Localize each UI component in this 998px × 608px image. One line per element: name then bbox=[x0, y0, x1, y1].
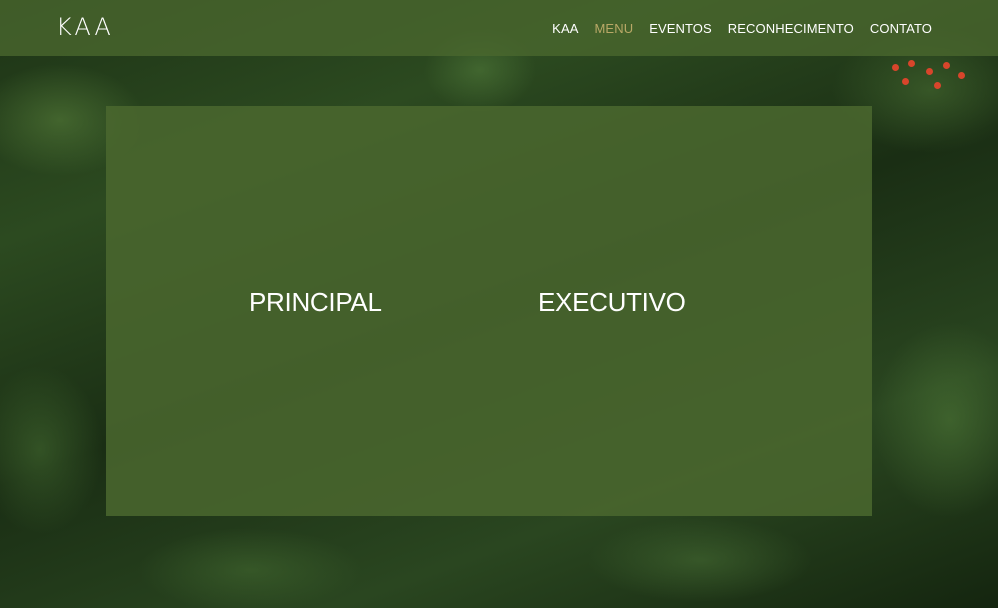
menu-option-executivo[interactable]: EXECUTIVO bbox=[538, 287, 686, 318]
nav-item-kaa[interactable]: KAA bbox=[552, 21, 578, 36]
main-nav: KAA MENU EVENTOS RECONHECIMENTO CONTATO bbox=[536, 0, 932, 56]
nav-item-menu[interactable]: MENU bbox=[595, 21, 634, 36]
nav-item-reconhecimento[interactable]: RECONHECIMENTO bbox=[728, 21, 854, 36]
page: KAA KAA MENU EVENTOS RECONHECIMENTO CONT… bbox=[0, 0, 998, 608]
logo-text: KAA bbox=[56, 13, 114, 41]
nav-item-eventos[interactable]: EVENTOS bbox=[649, 21, 712, 36]
kaa-logo[interactable]: KAA bbox=[56, 13, 114, 41]
menu-selection-panel: PRINCIPAL EXECUTIVO bbox=[106, 106, 872, 516]
red-flowers-decoration bbox=[888, 58, 978, 98]
menu-option-principal[interactable]: PRINCIPAL bbox=[249, 287, 382, 318]
top-navigation-bar: KAA KAA MENU EVENTOS RECONHECIMENTO CONT… bbox=[0, 0, 998, 56]
nav-item-contato[interactable]: CONTATO bbox=[870, 21, 932, 36]
